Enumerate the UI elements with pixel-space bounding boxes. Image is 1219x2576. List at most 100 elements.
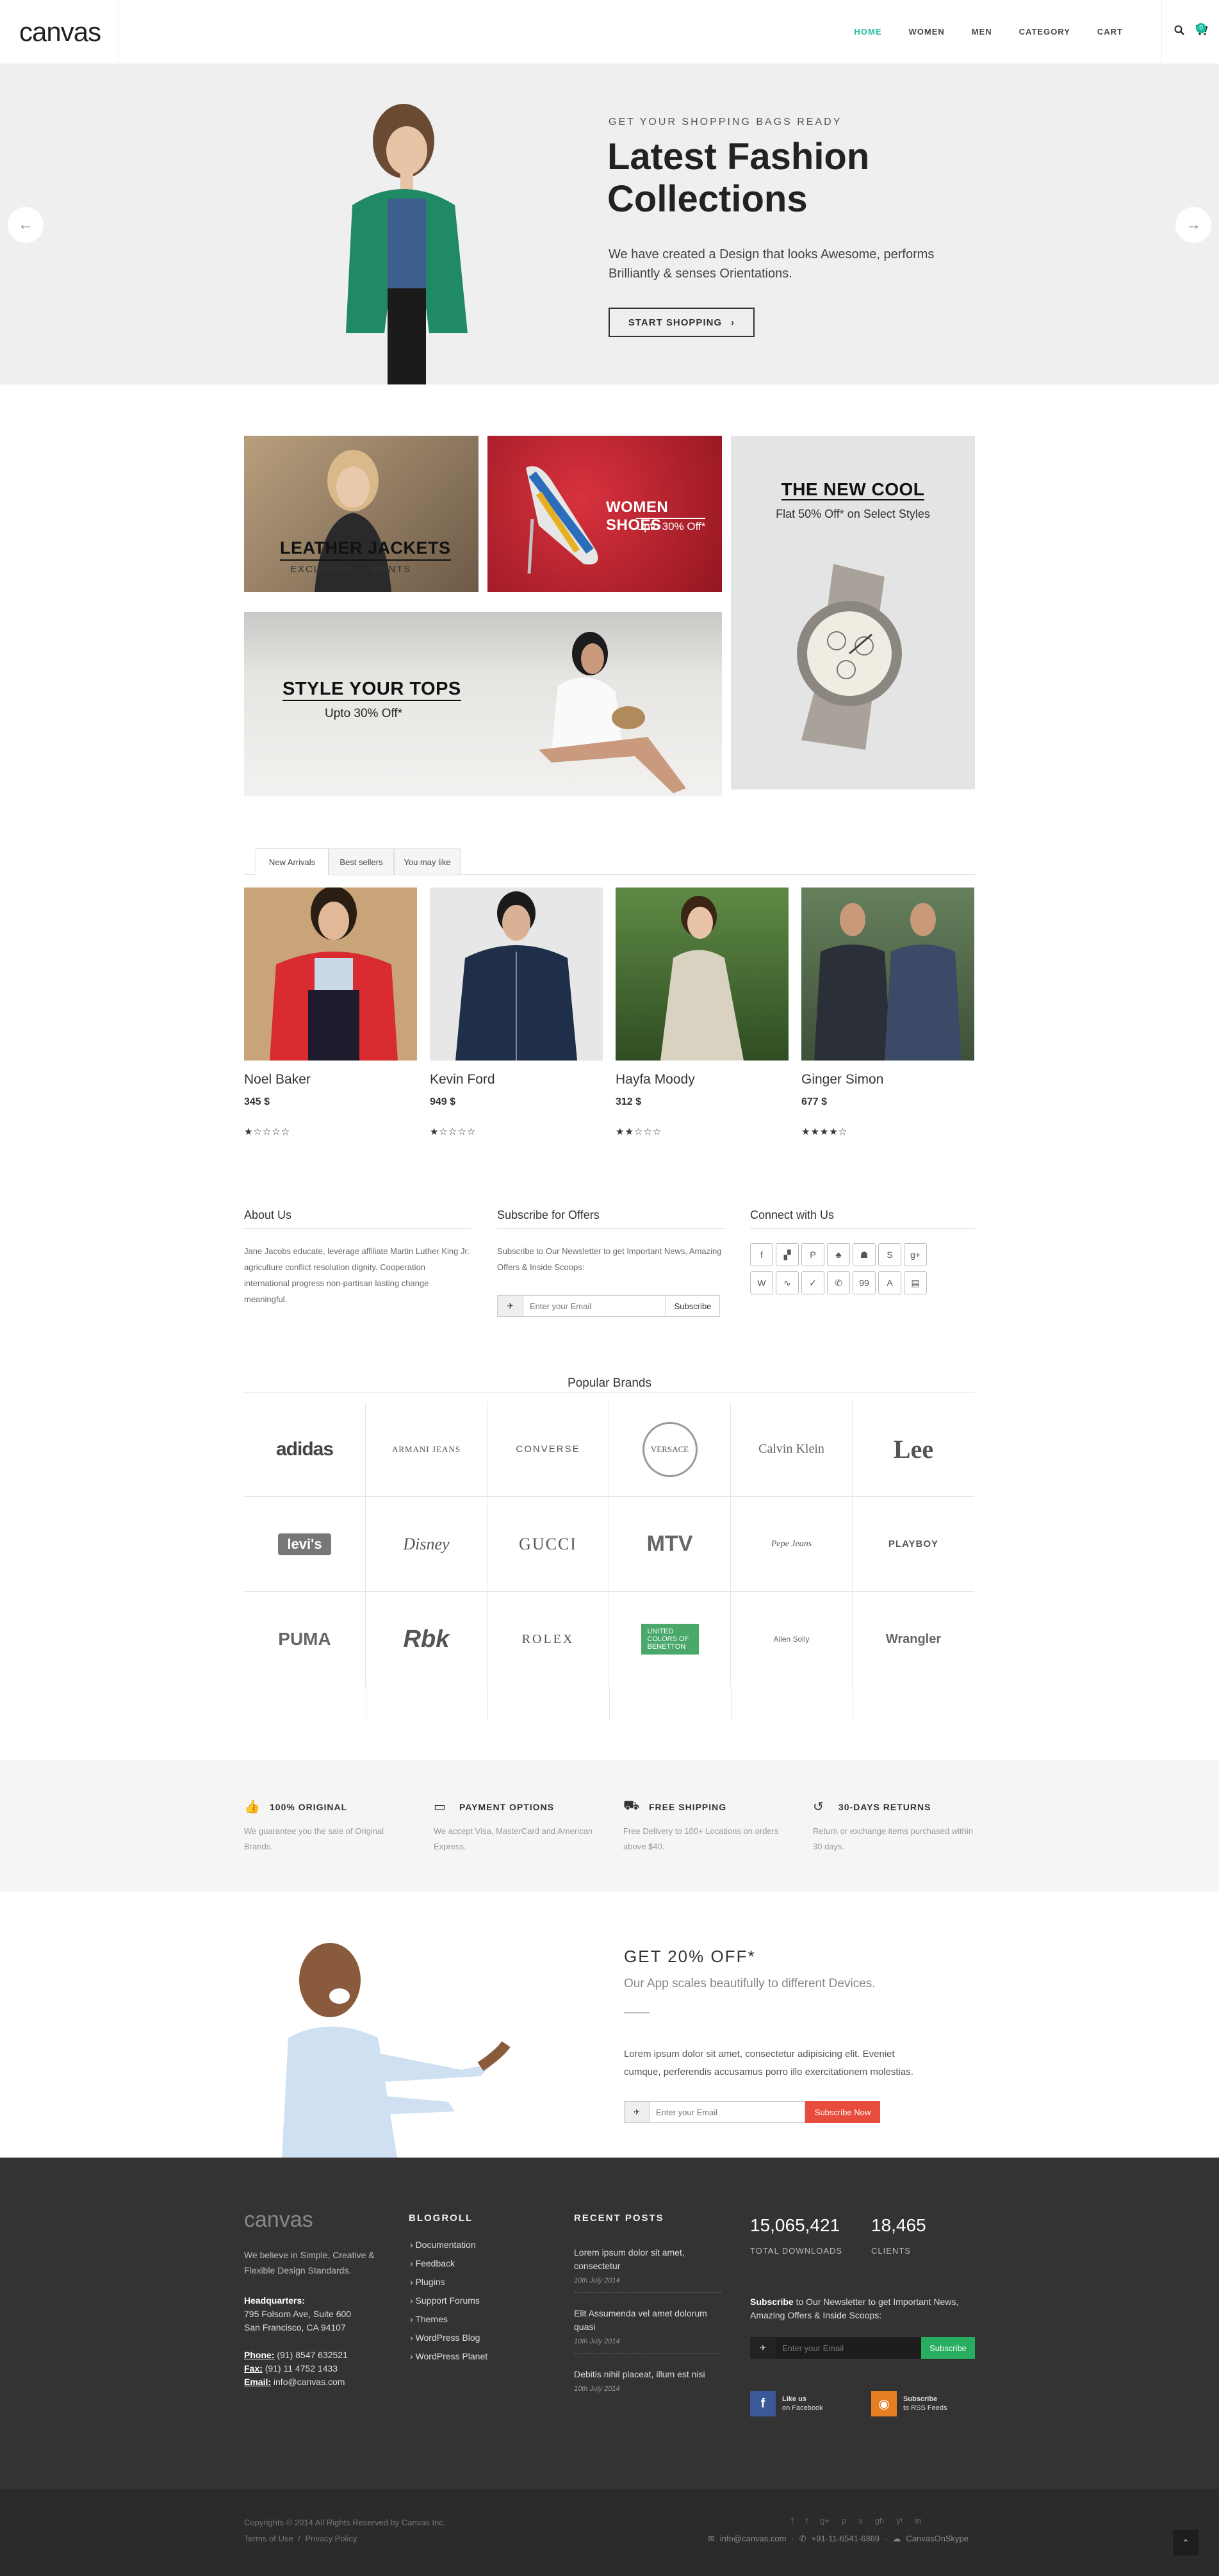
slider-next-button[interactable]: → [1175,207,1211,243]
delicious-icon[interactable]: ▞ [776,1243,799,1266]
brand-logo[interactable]: PLAYBOY [853,1497,974,1592]
paypal-icon[interactable]: P [801,1243,824,1266]
app-promo-email-input[interactable] [650,2101,805,2123]
subscribe-now-button[interactable]: Subscribe Now [805,2101,880,2123]
foursquare-icon[interactable]: ✓ [801,1271,824,1294]
promo-new-cool-watch[interactable]: THE NEW COOL Flat 50% Off* on Select Sty… [731,436,975,789]
brand-logo[interactable]: levi's [244,1497,366,1592]
product-card[interactable]: Kevin Ford 949 $ ★☆☆☆☆ [430,888,603,1137]
recent-post[interactable]: Lorem ipsum dolor sit amet, consectetur 1… [574,2241,721,2293]
recent-post-title[interactable]: Debitis nihil placeat, illum est nisi [574,2368,721,2381]
product-name[interactable]: Ginger Simon [801,1072,974,1087]
contact-email[interactable]: info@canvas.com [720,2534,787,2544]
product-image[interactable] [430,888,603,1061]
promo-women-shoes[interactable]: WOMEN SHOES Upto 30% Off* [487,436,722,592]
facebook-like-link[interactable]: f Like us on Facebook [750,2391,823,2416]
brand-logo[interactable]: VERSACE [609,1402,731,1497]
brand-logo[interactable]: UNITED COLORS OF BENETTON [609,1592,731,1687]
product-card[interactable]: Hayfa Moody 312 $ ★★☆☆☆ [616,888,789,1137]
ninetyninedesigns-icon[interactable]: 99 [853,1271,876,1294]
nav-category[interactable]: CATEGORY [1019,27,1070,37]
brand-logo[interactable]: adidas [244,1402,366,1497]
email-value[interactable]: info@canvas.com [274,2377,345,2387]
tab-new-arrivals[interactable]: New Arrivals [256,848,329,875]
logo-text[interactable]: canvas [19,17,101,47]
recent-post[interactable]: Elit Assumenda vel amet dolorum quasi 10t… [574,2302,721,2354]
vimeo-icon[interactable]: v [858,2516,863,2525]
promo-style-your-tops[interactable]: STYLE YOUR TOPS Upto 30% Off* [244,612,722,796]
brand-logo[interactable]: ARMANI JEANS [366,1402,487,1497]
footer-email-input[interactable] [776,2337,921,2359]
privacy-link[interactable]: Privacy Policy [305,2534,357,2543]
recent-post[interactable]: Debitis nihil placeat, illum est nisi 10t… [574,2363,721,2400]
footer-subscribe-button[interactable]: Subscribe [921,2337,975,2359]
product-image[interactable] [244,888,417,1061]
appstore-icon[interactable]: A [878,1271,901,1294]
blogroll-link[interactable]: › Themes [410,2310,487,2329]
brands-title: Popular Brands [568,1376,651,1390]
brand-logo[interactable]: Allen Solly [731,1592,853,1687]
nav-home[interactable]: HOME [854,27,881,37]
terms-link[interactable]: Terms of Use [244,2534,293,2543]
wikipedia-icon[interactable]: W [750,1271,773,1294]
blogroll-link[interactable]: › Documentation [410,2236,487,2254]
product-name[interactable]: Hayfa Moody [616,1072,789,1087]
brand-logo[interactable]: MTV [609,1497,731,1592]
call-icon[interactable]: ✆ [827,1271,850,1294]
yahoo-icon[interactable]: y! [896,2516,903,2525]
recent-post-title[interactable]: Lorem ipsum dolor sit amet, consectetur [574,2246,721,2273]
twitter-icon[interactable]: t [806,2516,808,2525]
product-card[interactable]: Noel Baker 345 $ ★☆☆☆☆ [244,888,417,1137]
contact-skype[interactable]: CanvasOnSkype [906,2534,969,2544]
android-icon[interactable]: ☗ [853,1243,876,1266]
product-name[interactable]: Noel Baker [244,1072,417,1087]
forrst-icon[interactable]: ▤ [904,1271,927,1294]
facebook-icon[interactable]: f [791,2516,794,2525]
slider-prev-button[interactable]: ← [8,207,44,243]
tab-best-sellers[interactable]: Best sellers [329,848,394,875]
brand-logo[interactable]: Rbk [366,1592,487,1687]
subscribe-button[interactable]: Subscribe [666,1296,719,1316]
footer-logo[interactable]: canvas [244,2208,313,2233]
blogroll-link[interactable]: › Plugins [410,2273,487,2291]
nav-cart[interactable]: CART [1097,27,1123,37]
brand-logo[interactable]: Lee [853,1402,974,1497]
brand-logo[interactable]: ROLEX [487,1592,609,1687]
start-shopping-button[interactable]: START SHOPPING › [609,308,755,337]
brand-logo[interactable]: CONVERSE [487,1402,609,1497]
brand-logo[interactable]: Wrangler [853,1592,974,1687]
brand-logo[interactable]: Pepe Jeans [731,1497,853,1592]
gplus-icon[interactable]: g+ [820,2516,830,2525]
smashmag-icon[interactable]: S [878,1243,901,1266]
logo[interactable]: canvas [0,0,119,63]
nav-men[interactable]: MEN [972,27,992,37]
product-image[interactable] [616,888,789,1061]
pinterest-icon[interactable]: p [842,2516,846,2525]
stumbleupon-icon[interactable]: ∿ [776,1271,799,1294]
product-name[interactable]: Kevin Ford [430,1072,603,1087]
nav-women[interactable]: WOMEN [908,27,944,37]
blogroll-link[interactable]: › WordPress Planet [410,2347,487,2366]
go-to-top-button[interactable]: ⌃ [1173,2530,1199,2555]
github-icon[interactable]: gh [875,2516,884,2525]
brand-logo[interactable]: Disney [366,1497,487,1592]
recent-post-title[interactable]: Elit Assumenda vel amet dolorum quasi [574,2307,721,2334]
gplus-icon[interactable]: g+ [904,1243,927,1266]
promo-leather-jackets[interactable]: LEATHER JACKETS EXCLUSIVE... MENTS [244,436,479,592]
blogroll-link[interactable]: › Support Forums [410,2291,487,2310]
brand-logo[interactable]: PUMA [244,1592,366,1687]
product-card[interactable]: Ginger Simon 677 $ ★★★★☆ [801,888,974,1137]
blogroll-link[interactable]: › Feedback [410,2254,487,2273]
subscribe-email-input[interactable] [523,1296,666,1316]
tab-you-may-like[interactable]: You may like [394,848,461,875]
facebook-icon[interactable]: f [750,1243,773,1266]
product-price: 677 $ [801,1096,828,1107]
flattr-icon[interactable]: ♣ [827,1243,850,1266]
product-image[interactable] [801,888,974,1061]
brand-logo[interactable]: GUCCI [487,1497,609,1592]
blogroll-link[interactable]: › WordPress Blog [410,2329,487,2347]
search-icon[interactable] [1174,25,1184,38]
rss-subscribe-link[interactable]: ◉ Subscribe to RSS Feeds [871,2391,947,2416]
brand-logo[interactable]: Calvin Klein [731,1402,853,1497]
linkedin-icon[interactable]: in [915,2516,921,2525]
